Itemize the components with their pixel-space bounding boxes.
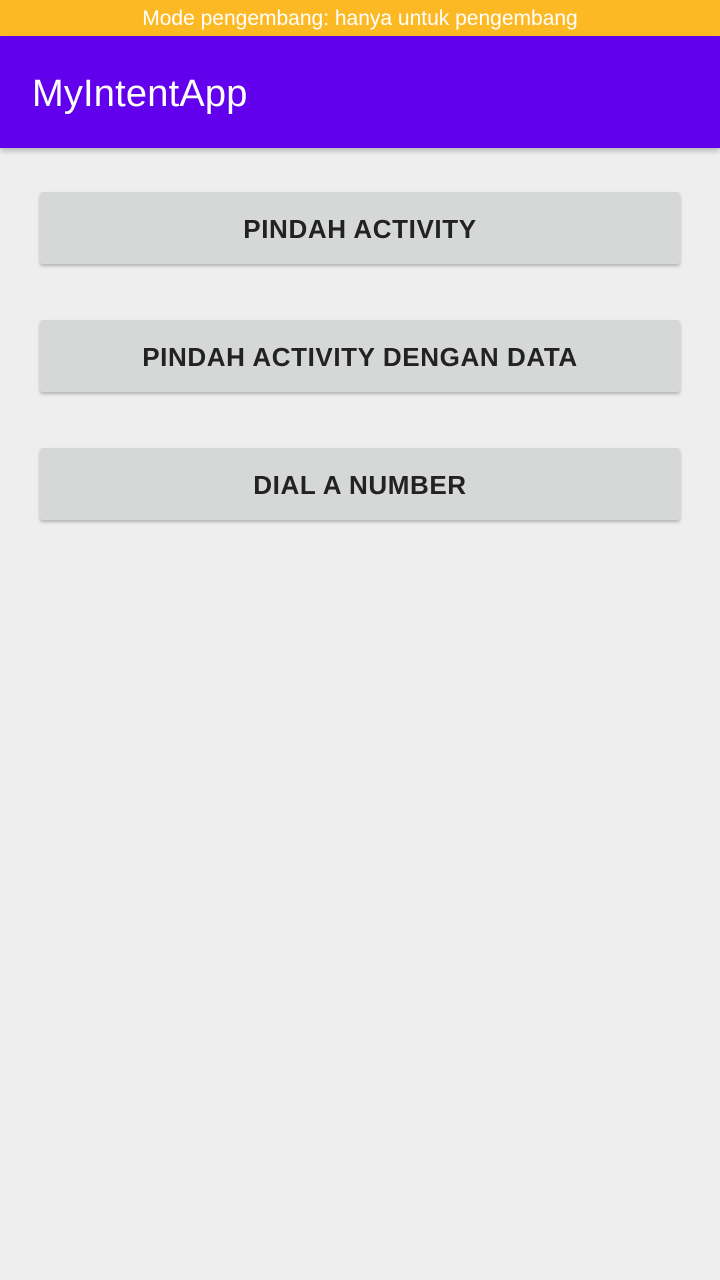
main-content: PINDAH ACTIVITY PINDAH ACTIVITY DENGAN D… [0, 148, 720, 1280]
move-activity-button[interactable]: PINDAH ACTIVITY [40, 192, 680, 264]
app-title: MyIntentApp [32, 73, 248, 115]
dial-number-button[interactable]: DIAL A NUMBER [40, 448, 680, 520]
developer-mode-banner: Mode pengembang: hanya untuk pengembang [0, 0, 720, 36]
app-bar: MyIntentApp [0, 36, 720, 148]
move-activity-with-data-button[interactable]: PINDAH ACTIVITY DENGAN DATA [40, 320, 680, 392]
developer-mode-text: Mode pengembang: hanya untuk pengembang [142, 7, 578, 30]
